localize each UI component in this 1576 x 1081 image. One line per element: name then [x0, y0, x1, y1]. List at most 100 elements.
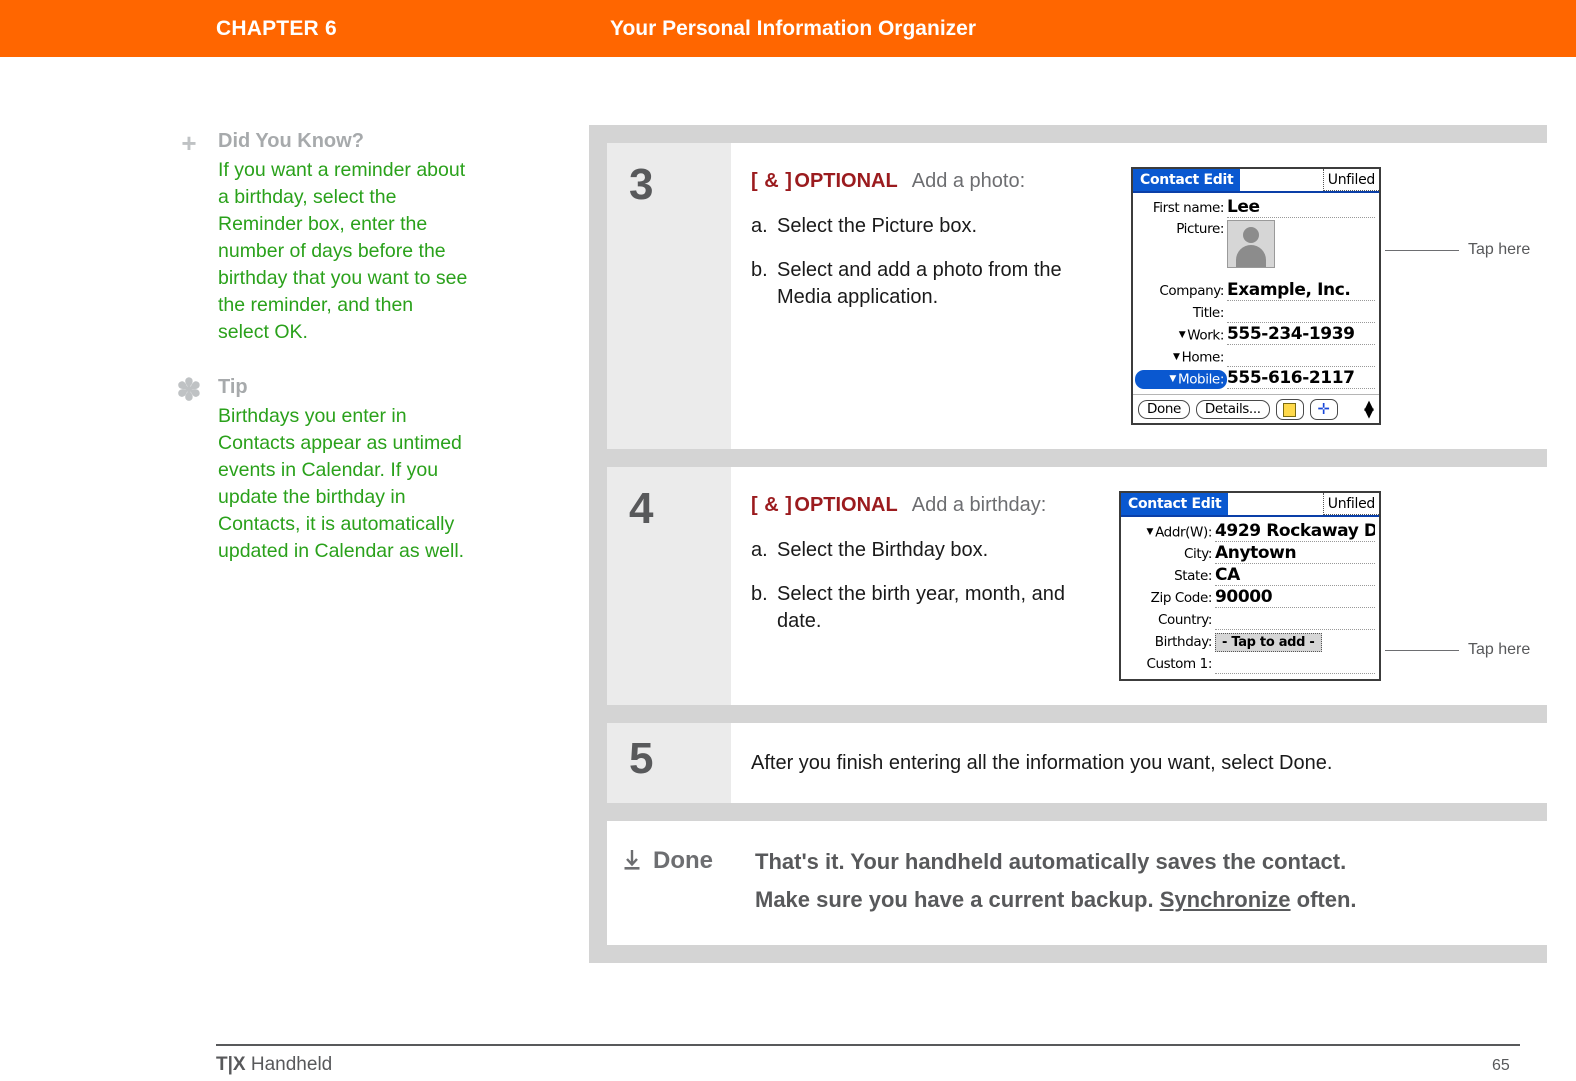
device-titlebar: Contact Edit Unfiled [1133, 169, 1379, 193]
note-heading: Tip [218, 376, 248, 398]
substep-text: Select the birth year, month, and date. [777, 583, 1065, 632]
callout-tap-here-birthday: Tap here [1385, 641, 1530, 659]
note-body: Birthdays you enter in Contacts appear a… [218, 405, 465, 562]
device-field-title: Title: [1135, 302, 1375, 323]
field-label: Custom 1: [1146, 656, 1212, 672]
device-field-home: ▼ Home: [1135, 346, 1375, 367]
field-value[interactable]: 90000 [1215, 588, 1375, 608]
optional-word: OPTIONAL [794, 170, 898, 192]
field-value[interactable] [1227, 366, 1375, 367]
field-value[interactable] [1227, 322, 1375, 323]
step-number: 5 [629, 734, 654, 783]
footer-product: T|X Handheld [216, 1054, 332, 1076]
device-title-spacer [1240, 169, 1322, 191]
device-field-country: Country: [1123, 609, 1375, 630]
add-field-button[interactable]: ✛ [1309, 399, 1338, 420]
device-title: Contact Edit [1133, 169, 1241, 191]
done-line-2-after: often. [1290, 887, 1357, 912]
step-text: After you finish entering all the inform… [751, 752, 1333, 774]
callout-line [1385, 649, 1459, 651]
substep-letter: a. [751, 215, 768, 237]
callout-tap-here-picture: Tap here [1385, 241, 1530, 259]
field-label: Zip Code: [1150, 590, 1213, 606]
device-field-birthday: Birthday: - Tap to add - [1123, 631, 1375, 652]
field-label: Birthday: [1154, 634, 1213, 650]
device-field-work: ▼ Work: 555-234-1939 [1135, 324, 1375, 345]
scroll-down-icon[interactable]: ▼ [1364, 407, 1374, 420]
optional-rest: Add a birthday: [911, 494, 1047, 516]
optional-rest: Add a photo: [911, 170, 1026, 192]
device-title: Contact Edit [1121, 493, 1229, 515]
optional-heading: [ & ] OPTIONAL Add a photo: [751, 167, 1111, 195]
device-category-selector[interactable]: Unfiled [1322, 169, 1379, 191]
palm-device-screen: Contact Edit Unfiled ▼ Addr(W): 4929 Rock… [1119, 491, 1381, 681]
substep-item: b. Select and add a photo from the Media… [751, 257, 1111, 311]
substep-letter: b. [751, 583, 768, 605]
optional-bracket: [ & ] [751, 170, 793, 192]
device-field-address-work: ▼ Addr(W): 4929 Rockaway Dr. [1123, 521, 1375, 542]
field-label-text: Mobile: [1177, 371, 1224, 387]
device-field-custom-1: Custom 1: [1123, 653, 1375, 674]
device-screenshot-contact-edit-1: Contact Edit Unfiled First name: Lee Pic… [1131, 167, 1530, 425]
optional-heading: [ & ] OPTIONAL Add a birthday: [751, 491, 1111, 519]
device-done-button[interactable]: Done [1138, 400, 1190, 419]
field-label: City: [1183, 546, 1212, 562]
field-label: Picture: [1176, 221, 1224, 237]
step-body: [ & ] OPTIONAL Add a birthday: a. Select t… [731, 467, 1547, 705]
scroll-arrows-icon[interactable]: ▲ ▼ [1364, 399, 1374, 420]
substep-item: a. Select the Picture box. [751, 213, 1111, 240]
field-value[interactable]: 555-616-2117 [1227, 369, 1375, 389]
callout-label: Tap here [1468, 641, 1531, 658]
down-arrow-to-bar-icon [624, 850, 640, 870]
synchronize-link[interactable]: Synchronize [1160, 887, 1291, 912]
note-body: If you want a reminder about a birthday,… [218, 159, 468, 343]
field-value[interactable]: 555-234-1939 [1227, 325, 1375, 345]
field-label: First name: [1152, 200, 1225, 216]
done-line-1: That's it. Your handheld automatically s… [755, 849, 1347, 874]
step-number-cell: 3 [607, 143, 731, 449]
device-title-spacer [1228, 493, 1322, 515]
page-number: 65 [1492, 1057, 1510, 1074]
step-body: [ & ] OPTIONAL Add a photo: a. Select the … [731, 143, 1547, 449]
field-value[interactable]: 4929 Rockaway Dr. [1215, 522, 1375, 542]
field-label[interactable]: ▼ Addr(W): [1123, 523, 1215, 543]
device-category-selector[interactable]: Unfiled [1322, 493, 1379, 515]
chevron-down-icon: ▼ [1178, 329, 1186, 340]
field-value[interactable] [1215, 673, 1375, 674]
field-value[interactable]: Lee [1227, 198, 1375, 218]
field-label-selected[interactable]: ▼ Mobile: [1135, 369, 1227, 389]
chevron-down-icon: ▼ [1173, 351, 1180, 362]
field-value[interactable]: CA [1215, 566, 1375, 586]
step-number-cell: 4 [607, 467, 731, 705]
device-field-list: First name: Lee Picture: Company: Exampl… [1133, 193, 1379, 394]
device-toolbar: Done Details... ✛ ▲ ▼ [1133, 394, 1379, 423]
avatar-icon-body [1236, 245, 1266, 267]
footer-rule [216, 1044, 1520, 1046]
step-row: 5 After you finish entering all the info… [607, 723, 1547, 803]
steps-panel: 3 [ & ] OPTIONAL Add a photo: a. Select th… [589, 125, 1547, 963]
chapter-label: CHAPTER 6 [216, 17, 337, 40]
field-label[interactable]: ▼ Work: [1135, 326, 1227, 346]
chevron-down-icon: ▼ [1146, 526, 1154, 537]
picture-box[interactable] [1227, 220, 1275, 268]
field-label-text: Work: [1187, 327, 1224, 343]
field-label-text: Addr(W): [1155, 524, 1212, 540]
birthday-tap-to-add-button[interactable]: - Tap to add - [1215, 633, 1322, 652]
step-text: [ & ] OPTIONAL Add a birthday: a. Select t… [751, 491, 1111, 681]
device-field-first-name: First name: Lee [1135, 197, 1375, 218]
device-details-button[interactable]: Details... [1195, 400, 1270, 419]
field-value-container: - Tap to add - [1215, 632, 1375, 652]
substep-text: Select and add a photo from the Media ap… [777, 259, 1062, 308]
substep-letter: b. [751, 259, 768, 281]
field-value[interactable] [1215, 629, 1375, 630]
field-value[interactable]: Example, Inc. [1227, 281, 1375, 301]
field-value[interactable]: Anytown [1215, 544, 1375, 564]
chapter-title: Your Personal Information Organizer [610, 17, 977, 40]
note-icon-button[interactable] [1275, 399, 1304, 420]
step-text: [ & ] OPTIONAL Add a photo: a. Select the … [751, 167, 1111, 425]
field-label: Title: [1192, 305, 1224, 321]
substep-text: Select the Picture box. [777, 215, 978, 237]
palm-device-screen: Contact Edit Unfiled First name: Lee Pic… [1131, 167, 1381, 425]
device-field-city: City: Anytown [1123, 543, 1375, 564]
field-label[interactable]: ▼ Home: [1135, 348, 1227, 368]
